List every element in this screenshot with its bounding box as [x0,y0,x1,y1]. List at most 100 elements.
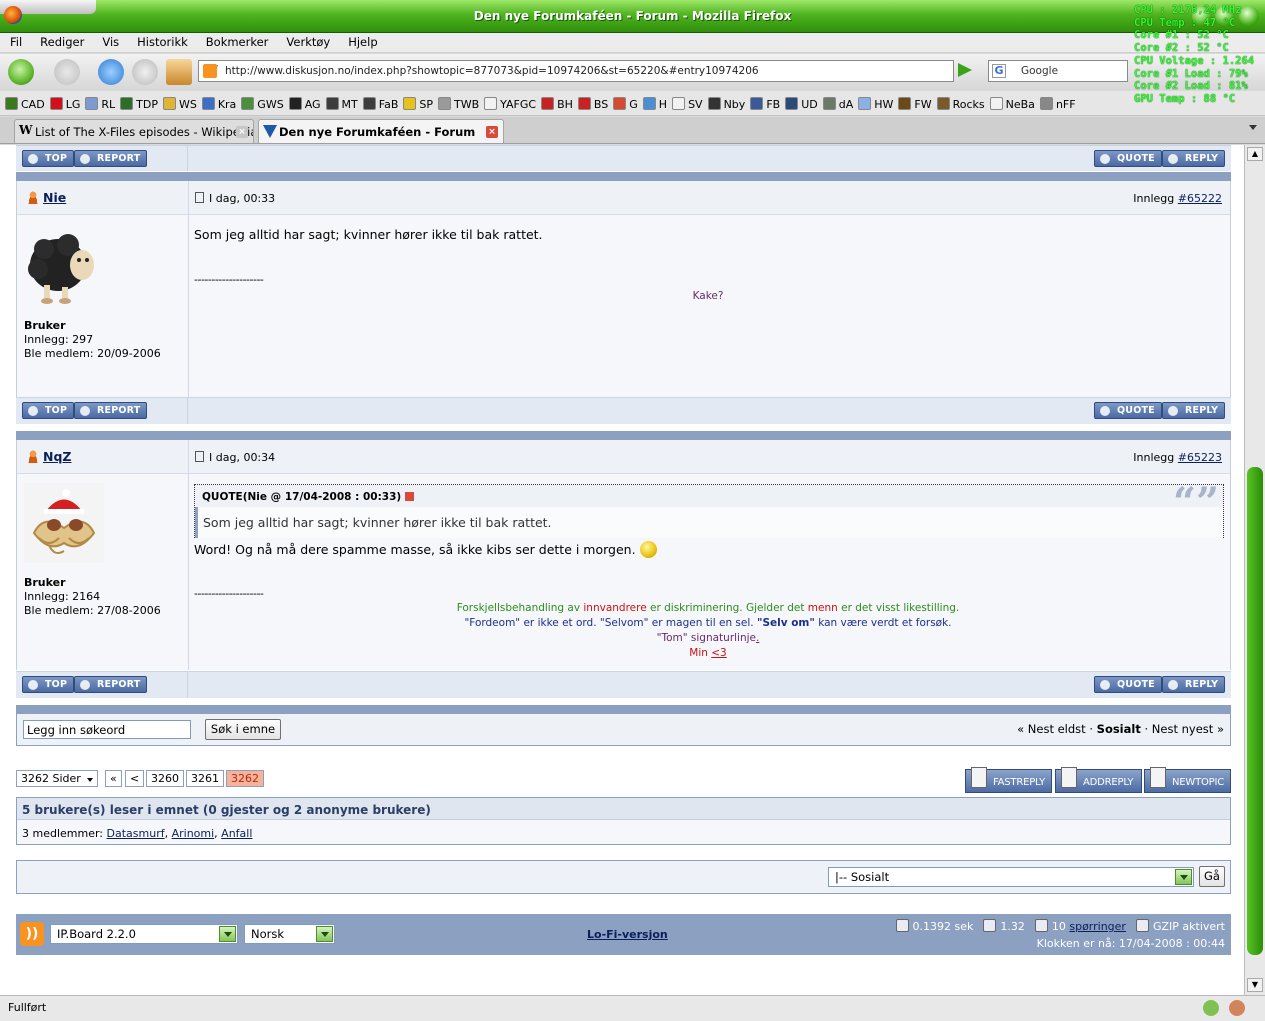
member-link[interactable]: Datasmurf [107,827,165,840]
menu-historikk[interactable]: Historikk [127,33,196,49]
tab-xfiles[interactable]: W List of The X-Files episodes - Wikiped… [14,119,254,143]
rss-icon[interactable]: )) [20,922,44,946]
bookmark-sv[interactable]: SV [672,97,703,111]
report-button[interactable]: REPORT [74,150,148,167]
post-permalink[interactable]: #65222 [1178,192,1222,205]
scroll-down-arrow[interactable]: ▼ [1247,978,1263,992]
menu-rediger[interactable]: Rediger [30,33,92,49]
bookmark-fw[interactable]: FW [898,97,932,111]
page-link-3260[interactable]: 3260 [146,770,184,787]
bookmark-hw[interactable]: HW [858,97,893,111]
bookmark-mt[interactable]: MT [325,97,358,111]
address-bar[interactable]: http://www.diskusjon.no/index.php?showto… [198,60,954,82]
bookmark-ud[interactable]: UD [785,97,818,111]
bookmark-da[interactable]: dA [822,97,853,111]
reload-button[interactable] [98,59,124,85]
bookmark-nff[interactable]: nFF [1039,97,1076,111]
bookmark-kra[interactable]: Kra [201,97,236,111]
queries-link[interactable]: spørringer [1069,920,1126,933]
reply-button[interactable]: REPLY [1162,150,1226,167]
tab-close-icon[interactable]: × [236,126,248,138]
top-button[interactable]: TOP [22,150,75,167]
bookmark-sp[interactable]: SP [403,97,433,111]
tab-close-icon[interactable]: × [486,126,498,138]
reply-button[interactable]: REPLY [1162,402,1226,419]
quote-button[interactable]: QUOTE [1094,402,1162,419]
menu-bokmerker[interactable]: Bokmerker [196,33,277,49]
go-button[interactable]: Gå [1199,866,1225,887]
bookmark-lg[interactable]: LG [49,97,80,111]
bookmark-rocks[interactable]: Rocks [936,97,985,111]
bookmark-fab[interactable]: FaB [362,97,398,111]
menu-verktoy[interactable]: Verktøy [276,33,338,49]
member-link[interactable]: Anfall [221,827,252,840]
report-button[interactable]: REPORT [74,676,148,693]
back-button[interactable] [8,59,34,85]
reply-button[interactable]: REPLY [1162,676,1226,693]
bookmark-ws[interactable]: WS [162,97,197,111]
page-link-3261[interactable]: 3261 [186,770,224,787]
forum-link[interactable]: Sosialt [1097,722,1141,736]
avatar-spaghetti-monster [24,483,104,563]
vertical-scrollbar[interactable]: ▲ ▼ [1244,145,1265,995]
post-username[interactable]: NqZ [25,449,71,464]
bookmark-nby[interactable]: Nby [707,97,745,111]
bookmark-bs[interactable]: BS [577,97,608,111]
home-button[interactable] [166,59,192,85]
bookmark-twb[interactable]: TWB [438,97,479,111]
osd-line: GPU Temp : 88 °C [1134,92,1236,105]
bookmark-rl[interactable]: RL [85,97,115,111]
newtopic-button[interactable]: NEWTOPIC [1144,767,1231,793]
quote-body: Som jeg alltid har sagt; kvinner hører i… [195,507,1223,538]
bookmark-gws[interactable]: GWS [241,97,284,111]
pages-dropdown[interactable]: 3262 Sider [16,770,98,787]
bookmark-label: NeBa [1005,98,1035,111]
forum-jump-select[interactable]: |-- Sosialt [828,867,1194,887]
member-link[interactable]: Arinomi [172,827,215,840]
prev-page-link[interactable]: < [125,770,145,787]
bookmark-cad[interactable]: CAD [5,97,45,111]
fastreply-button[interactable]: FASTREPLY [965,767,1052,793]
report-button[interactable]: REPORT [74,402,148,419]
greasemonkey-icon[interactable] [1229,1000,1245,1016]
post-username[interactable]: Nie [25,190,66,205]
top-button[interactable]: TOP [22,402,75,419]
topic-search-input[interactable]: Legg inn søkeord [23,720,191,739]
post-permalink[interactable]: #65223 [1178,451,1222,464]
menu-fil[interactable]: Fil [0,33,30,49]
scroll-up-arrow[interactable]: ▲ [1247,147,1263,161]
bookmark-h[interactable]: H [642,97,667,111]
sig-link[interactable]: . [756,632,759,644]
tab-list-icon[interactable] [1249,125,1257,130]
scrollbar-thumb[interactable] [1247,467,1263,955]
top-button[interactable]: TOP [22,676,75,693]
osd-line: CPU Temp : 47 °C [1134,16,1236,29]
stop-button[interactable] [132,59,158,85]
menu-vis[interactable]: Vis [92,33,127,49]
bookmark-tdp[interactable]: TDP [120,97,158,111]
bookmark-g[interactable]: G [613,97,638,111]
addreply-button[interactable]: ADDREPLY [1055,767,1142,793]
quote-button[interactable]: QUOTE [1094,676,1162,693]
next-topic-link[interactable]: Nest nyest » [1152,722,1224,736]
bookmark-ag[interactable]: AG [288,97,321,111]
first-page-link[interactable]: « [105,770,122,787]
rss-feed-icon[interactable] [203,64,217,78]
quote-button[interactable]: QUOTE [1094,150,1162,167]
language-select[interactable]: Norsk [244,924,335,944]
skin-select[interactable]: IP.Board 2.2.0 [50,924,238,944]
search-topic-button[interactable]: Søk i emne [205,719,281,740]
bookmark-neba[interactable]: NeBa [989,97,1035,111]
bookmark-bh[interactable]: BH [541,97,573,111]
sig-link[interactable]: <3 [711,647,726,659]
quote-link-icon[interactable] [404,492,414,501]
forward-button[interactable] [54,59,80,85]
lofi-link[interactable]: Lo-Fi-versjon [587,928,668,941]
search-engine-box[interactable]: G Google [988,60,1128,82]
bookmark-yafgc[interactable]: YAFGC [484,97,536,111]
bookmark-fb[interactable]: FB [750,97,780,111]
prev-topic-link[interactable]: « Nest eldst [1017,722,1086,736]
security-status-icon[interactable] [1203,1000,1219,1016]
tab-forumkafeen[interactable]: Den nye Forumkaféen - Forum × [258,119,504,143]
menu-hjelp[interactable]: Hjelp [338,33,385,49]
